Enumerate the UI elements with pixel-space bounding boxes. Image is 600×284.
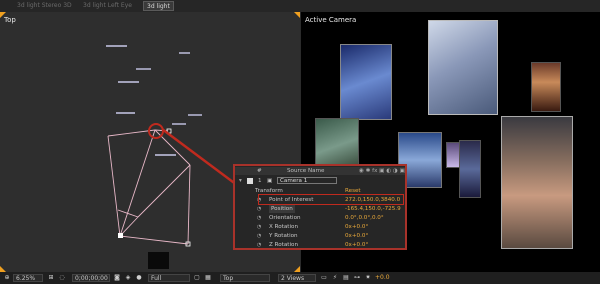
layer-name[interactable]: Camera 1 <box>277 177 337 184</box>
image-card <box>501 116 573 249</box>
stopwatch-icon[interactable]: ◔ <box>257 224 263 230</box>
property-value[interactable]: -165.4,150.0,-725.9 <box>345 205 401 213</box>
camera-icon: ▣ <box>267 178 273 184</box>
switch-icons: ◉ ✱ fx ▣ ◐ ◑ ▣ <box>359 168 405 174</box>
stopwatch-icon[interactable]: ◔ <box>257 233 263 239</box>
magnify-icon[interactable]: ⊕ <box>3 274 11 282</box>
channel-icon[interactable]: ● <box>135 274 143 282</box>
property-name: Z Rotation <box>269 242 299 248</box>
resolution-select[interactable]: Full <box>148 274 190 282</box>
property-name: Y Rotation <box>269 233 298 239</box>
property-value[interactable]: 0x+0.0° <box>345 241 368 249</box>
exposure-value[interactable]: +0.0 <box>375 274 390 282</box>
disclosure-icon[interactable]: ▾ <box>239 177 242 185</box>
timecode-field[interactable]: 0;00;00;00 <box>72 274 110 282</box>
property-value[interactable]: 0.0°,0.0°,0.0° <box>345 214 384 222</box>
property-name: Orientation <box>269 215 301 221</box>
corner-marker <box>294 12 300 18</box>
property-value[interactable]: 0x+0.0° <box>345 232 368 240</box>
viewer-control-bar: ⊕ 6.25% ⊞ ◌ 0;00;00;00 ◙ ◈ ● Full ▢ ▦ To… <box>0 272 600 284</box>
fast-preview-icon[interactable]: ⚡ <box>331 274 339 282</box>
corner-marker <box>0 12 6 18</box>
property-row-orientation[interactable]: ◔ Orientation 0.0°,0.0°,0.0° <box>235 214 405 222</box>
stopwatch-icon[interactable]: ◔ <box>257 206 263 212</box>
stopwatch-icon[interactable]: ◔ <box>257 242 263 248</box>
col-source-name: Source Name <box>287 168 325 174</box>
grid-icon[interactable]: ⊞ <box>47 274 55 282</box>
point-of-interest-row-highlight <box>258 194 404 205</box>
image-card <box>428 20 498 115</box>
col-hash: # <box>257 168 262 174</box>
layer-row[interactable]: ▾ 1 ▣ Camera 1 <box>235 177 405 185</box>
camera-frustum <box>107 129 191 245</box>
transparency-grid-icon[interactable]: ▦ <box>204 274 212 282</box>
composition-tab-bar: 3d light Stereo 3D 3d light Left Eye 3d … <box>0 0 600 12</box>
active-camera-label: Active Camera <box>305 16 357 24</box>
image-card <box>340 44 392 120</box>
property-name: Position <box>269 205 295 213</box>
tab-3d-light[interactable]: 3d light <box>143 1 174 11</box>
pixel-aspect-icon[interactable]: ▭ <box>320 274 328 282</box>
view-layout-select[interactable]: 2 Views <box>278 274 316 282</box>
mask-icon[interactable]: ◌ <box>58 274 66 282</box>
layer-number: 1 <box>258 178 262 184</box>
flowchart-icon[interactable]: ⊶ <box>353 274 361 282</box>
zoom-select[interactable]: 6.25% <box>13 274 43 282</box>
panel-header: # Source Name ◉ ✱ fx ▣ ◐ ◑ ▣ <box>235 167 405 175</box>
stopwatch-icon[interactable]: ◔ <box>257 215 263 221</box>
timeline-icon[interactable]: ▤ <box>342 274 350 282</box>
property-row-x-rotation[interactable]: ◔ X Rotation 0x+0.0° <box>235 223 405 231</box>
layer-thumbnail <box>148 252 169 269</box>
property-row-position[interactable]: ◔ Position -165.4,150.0,-725.9 <box>235 205 405 213</box>
layer-properties-panel: # Source Name ◉ ✱ fx ▣ ◐ ◑ ▣ ▾ 1 ▣ Camer… <box>233 164 407 250</box>
layer-color-label <box>247 178 253 184</box>
tab-stereo[interactable]: 3d light Stereo 3D <box>14 1 75 11</box>
view-select[interactable]: Top <box>220 274 270 282</box>
tab-left-eye[interactable]: 3d light Left Eye <box>80 1 135 11</box>
camera-icon-marker <box>118 233 123 238</box>
property-value[interactable]: 0x+0.0° <box>345 223 368 231</box>
snapshot-camera-icon[interactable]: ◙ <box>113 274 121 282</box>
image-card <box>531 62 561 112</box>
property-row-y-rotation[interactable]: ◔ Y Rotation 0x+0.0° <box>235 232 405 240</box>
region-of-interest-icon[interactable]: ▢ <box>193 274 201 282</box>
property-name: X Rotation <box>269 224 299 230</box>
show-snapshot-icon[interactable]: ◈ <box>124 274 132 282</box>
property-row-z-rotation[interactable]: ◔ Z Rotation 0x+0.0° <box>235 241 405 249</box>
image-card <box>459 140 481 198</box>
exposure-icon[interactable]: ✷ <box>364 274 372 282</box>
